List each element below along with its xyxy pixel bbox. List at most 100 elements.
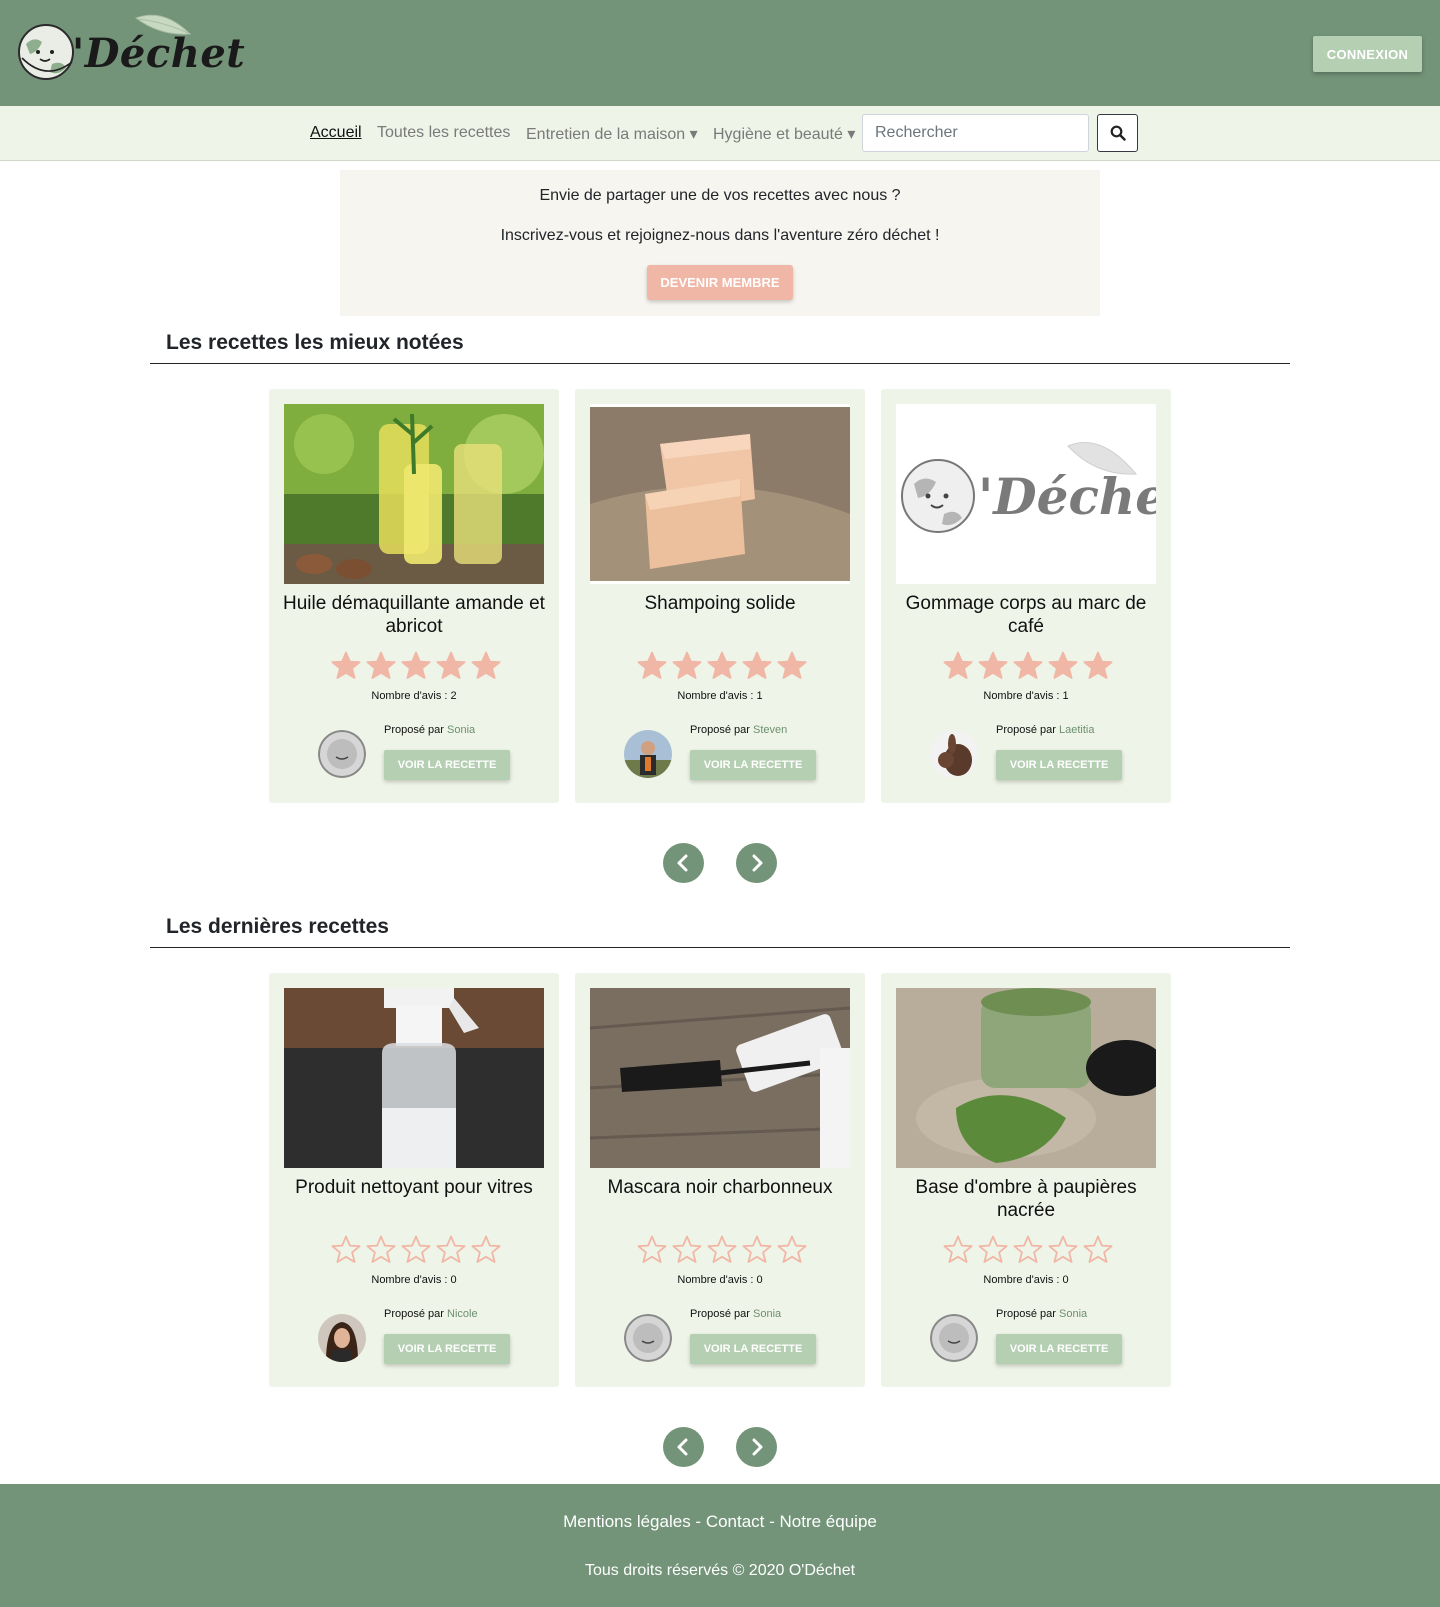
recipe-card: Mascara noir charbonneux Nombre d'avis :… bbox=[575, 973, 865, 1387]
main-nav: Accueil Toutes les recettes Entretien de… bbox=[0, 106, 1440, 161]
recipe-title: Base d'ombre à paupières nacrée bbox=[915, 1177, 1137, 1221]
svg-text:'Déchet: 'Déchet bbox=[978, 467, 1156, 526]
author-link[interactable]: Sonia bbox=[1059, 1308, 1087, 1320]
recipe-image-placeholder-logo[interactable]: 'Déchet bbox=[896, 404, 1156, 584]
view-recipe-button[interactable]: VOIR LA RECETTE bbox=[690, 1334, 816, 1364]
section-title-latest: Les dernières recettes bbox=[166, 915, 389, 938]
footer-link-team[interactable]: Notre équipe bbox=[780, 1512, 877, 1531]
view-recipe-button[interactable]: VOIR LA RECETTE bbox=[384, 750, 510, 780]
star-empty-icon bbox=[707, 1235, 737, 1263]
recipe-image-oil[interactable] bbox=[284, 404, 544, 584]
recipe-image-eyeshadow[interactable] bbox=[896, 988, 1156, 1168]
nav-item-hygiene-dropdown[interactable]: Hygiène et beauté ▾ bbox=[713, 124, 855, 144]
nav-item-all-recipes[interactable]: Toutes les recettes bbox=[377, 124, 510, 142]
footer-separator: - bbox=[690, 1512, 706, 1531]
recipe-title: Gommage corps au marc de café bbox=[905, 593, 1147, 637]
avatar[interactable] bbox=[930, 730, 978, 778]
author-link[interactable]: Laetitia bbox=[1059, 724, 1094, 736]
site-logo[interactable]: 'Déchet bbox=[16, 12, 245, 84]
proposed-label: Proposé par bbox=[384, 1308, 444, 1320]
star-filled-icon bbox=[331, 651, 361, 679]
view-recipe-button[interactable]: VOIR LA RECETTE bbox=[996, 1334, 1122, 1364]
proposed-by: Proposé par Laetitia bbox=[996, 724, 1094, 736]
recipe-card: Shampoing solide Nombre d'avis : 1 Propo… bbox=[575, 389, 865, 803]
proposed-by: Proposé par Sonia bbox=[690, 1308, 781, 1320]
star-filled-icon bbox=[401, 651, 431, 679]
view-recipe-button[interactable]: VOIR LA RECETTE bbox=[690, 750, 816, 780]
star-filled-icon bbox=[672, 651, 702, 679]
promo-invite: Inscrivez-vous et rejoignez-nous dans l'… bbox=[500, 227, 940, 244]
review-count: Nombre d'avis : 1 bbox=[677, 690, 763, 702]
chevron-right-icon bbox=[752, 854, 763, 872]
avatar[interactable] bbox=[624, 1314, 672, 1362]
chevron-left-icon bbox=[677, 854, 688, 872]
star-empty-icon bbox=[978, 1235, 1008, 1263]
chevron-right-icon bbox=[752, 1438, 763, 1456]
rating-stars bbox=[943, 1235, 1113, 1269]
recipe-image-mascara[interactable] bbox=[590, 988, 850, 1168]
site-footer: Mentions légales - Contact - Notre équip… bbox=[0, 1484, 1440, 1607]
footer-link-legal[interactable]: Mentions légales bbox=[563, 1512, 691, 1531]
carousel-next-button[interactable] bbox=[736, 1427, 777, 1467]
author-link[interactable]: Sonia bbox=[447, 724, 475, 736]
carousel-next-button[interactable] bbox=[736, 843, 777, 883]
recipe-card: Base d'ombre à paupières nacrée Nombre d… bbox=[881, 973, 1171, 1387]
author-link[interactable]: Sonia bbox=[753, 1308, 781, 1320]
proposed-by: Proposé par Sonia bbox=[996, 1308, 1087, 1320]
recipe-image-soap[interactable] bbox=[590, 404, 850, 584]
review-count: Nombre d'avis : 2 bbox=[371, 690, 457, 702]
section-title-top-rated: Les recettes les mieux notées bbox=[166, 331, 464, 354]
promo-question: Envie de partager une de vos recettes av… bbox=[539, 187, 901, 204]
author-link[interactable]: Nicole bbox=[447, 1308, 478, 1320]
star-empty-icon bbox=[1083, 1235, 1113, 1263]
star-filled-icon bbox=[1048, 651, 1078, 679]
search-input[interactable] bbox=[862, 114, 1089, 152]
view-recipe-button[interactable]: VOIR LA RECETTE bbox=[996, 750, 1122, 780]
become-member-button[interactable]: DEVENIR MEMBRE bbox=[647, 265, 793, 300]
star-filled-icon bbox=[637, 651, 667, 679]
recipe-card: Huile démaquillante amande et abricot No… bbox=[269, 389, 559, 803]
search-button[interactable] bbox=[1097, 114, 1138, 152]
login-button[interactable]: CONNEXION bbox=[1313, 36, 1422, 72]
rating-stars bbox=[331, 1235, 501, 1269]
rating-stars bbox=[943, 651, 1113, 685]
section-divider bbox=[150, 363, 1290, 364]
carousel-prev-button[interactable] bbox=[663, 1427, 704, 1467]
site-header: 'Déchet CONNEXION bbox=[0, 0, 1440, 106]
logo-text: 'Déchet bbox=[72, 30, 246, 77]
star-filled-icon bbox=[777, 651, 807, 679]
chevron-left-icon bbox=[677, 1438, 688, 1456]
star-filled-icon bbox=[943, 651, 973, 679]
rating-stars bbox=[637, 1235, 807, 1269]
star-empty-icon bbox=[943, 1235, 973, 1263]
review-count: Nombre d'avis : 0 bbox=[983, 1274, 1069, 1286]
star-empty-icon bbox=[1048, 1235, 1078, 1263]
star-empty-icon bbox=[366, 1235, 396, 1263]
footer-links: Mentions légales - Contact - Notre équip… bbox=[0, 1512, 1440, 1532]
review-count: Nombre d'avis : 1 bbox=[983, 690, 1069, 702]
nav-item-home-care-dropdown[interactable]: Entretien de la maison ▾ bbox=[526, 124, 698, 144]
star-filled-icon bbox=[436, 651, 466, 679]
author-link[interactable]: Steven bbox=[753, 724, 787, 736]
avatar[interactable] bbox=[318, 730, 366, 778]
star-empty-icon bbox=[401, 1235, 431, 1263]
proposed-label: Proposé par bbox=[996, 1308, 1056, 1320]
recipe-image-spray[interactable] bbox=[284, 988, 544, 1168]
star-filled-icon bbox=[978, 651, 1008, 679]
footer-link-contact[interactable]: Contact bbox=[706, 1512, 765, 1531]
star-empty-icon bbox=[471, 1235, 501, 1263]
star-empty-icon bbox=[436, 1235, 466, 1263]
proposed-by: Proposé par Steven bbox=[690, 724, 787, 736]
avatar[interactable] bbox=[624, 730, 672, 778]
carousel-prev-button[interactable] bbox=[663, 843, 704, 883]
star-empty-icon bbox=[742, 1235, 772, 1263]
star-empty-icon bbox=[777, 1235, 807, 1263]
nav-item-home[interactable]: Accueil bbox=[310, 124, 362, 142]
star-empty-icon bbox=[331, 1235, 361, 1263]
avatar[interactable] bbox=[318, 1314, 366, 1362]
recipe-title: Produit nettoyant pour vitres bbox=[295, 1177, 533, 1198]
recipe-title: Huile démaquillante amande et abricot bbox=[283, 593, 545, 637]
avatar[interactable] bbox=[930, 1314, 978, 1362]
view-recipe-button[interactable]: VOIR LA RECETTE bbox=[384, 1334, 510, 1364]
footer-separator: - bbox=[764, 1512, 780, 1531]
